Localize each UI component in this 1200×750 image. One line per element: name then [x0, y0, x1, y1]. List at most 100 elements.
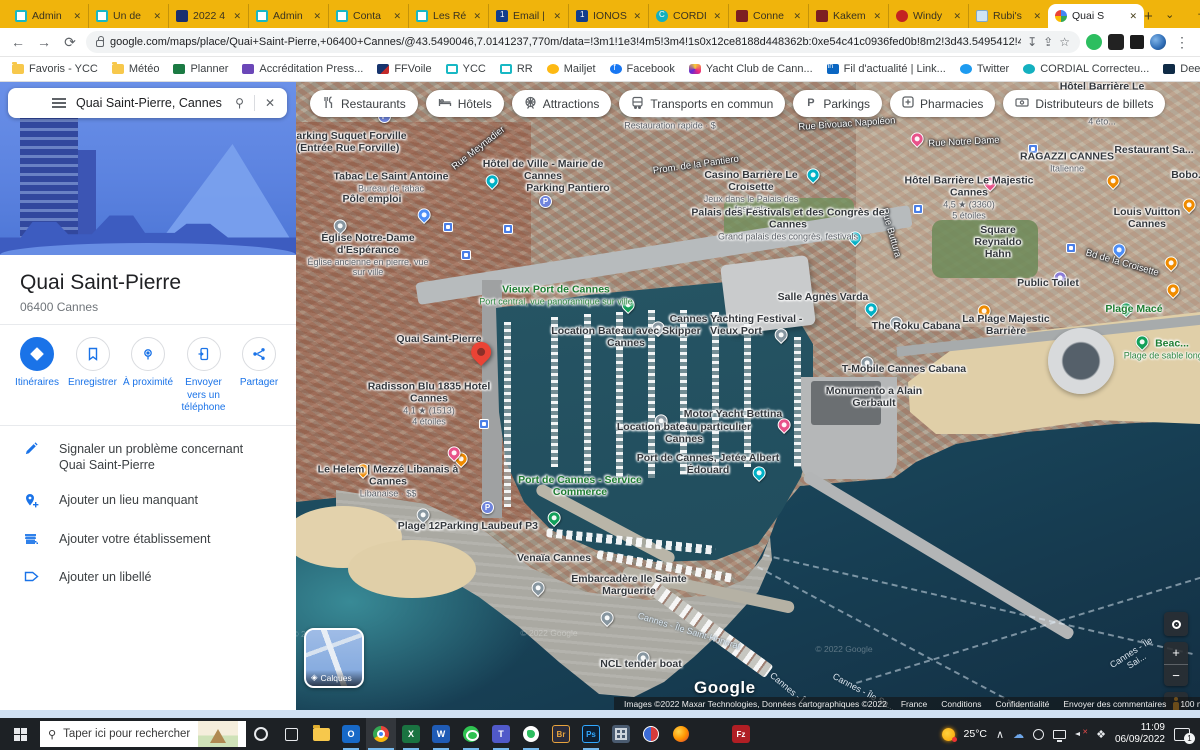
action-nearby[interactable]: À proximité	[121, 337, 175, 415]
start-button[interactable]	[0, 718, 40, 750]
bookmark-item[interactable]: RR	[500, 63, 533, 75]
zoom-out-button[interactable]: −	[1164, 665, 1188, 687]
taskbar-cloud[interactable]	[696, 718, 726, 750]
bookmark-item[interactable]: YCC	[446, 63, 486, 75]
sidebar-link[interactable]: Ajouter un libellé	[0, 560, 296, 597]
bus-stop-icon[interactable]	[1066, 243, 1076, 253]
tab-close-icon[interactable]: ✕	[553, 11, 561, 22]
taskbar-excel[interactable]	[396, 718, 426, 750]
install-icon[interactable]: ↧	[1027, 35, 1037, 49]
tab-close-icon[interactable]: ✕	[473, 11, 481, 22]
tab-close-icon[interactable]: ✕	[633, 11, 641, 22]
bus-stop-icon[interactable]	[913, 204, 923, 214]
back-icon[interactable]: ←	[8, 34, 28, 50]
reload-icon[interactable]: ⟳	[60, 34, 80, 51]
chip-bed[interactable]: Hôtels	[426, 90, 504, 117]
bus-stop-icon[interactable]	[443, 222, 453, 232]
taskbar-file-explorer[interactable]	[306, 718, 336, 750]
chip-bus[interactable]: Transports en commun	[619, 90, 785, 117]
taskbar-outlook[interactable]	[336, 718, 366, 750]
bookmark-item[interactable]: Favoris - YCC	[12, 63, 98, 75]
taskbar-search[interactable]: ⚲ Taper ici pour rechercher	[40, 721, 246, 747]
bookmark-item[interactable]: Yacht Club de Cann...	[689, 63, 813, 75]
chip-fork[interactable]: Restaurants	[310, 90, 418, 117]
volume-muted-icon[interactable]	[1075, 729, 1087, 739]
browser-tab[interactable]: Conta✕	[328, 4, 408, 28]
forward-icon[interactable]: →	[34, 34, 54, 50]
extension-icon[interactable]	[1108, 34, 1124, 50]
bookmark-item[interactable]: Facebook	[610, 63, 675, 75]
taskbar-whatsapp[interactable]	[456, 718, 486, 750]
browser-tab[interactable]: Rubi's✕	[968, 4, 1048, 28]
tab-close-icon[interactable]: ✕	[233, 11, 241, 22]
action-send[interactable]: Envoyer vers un téléphone	[177, 337, 231, 415]
address-bar[interactable]: google.com/maps/place/Quai+Saint-Pierre,…	[86, 31, 1080, 53]
notification-center-icon[interactable]: 1	[1174, 728, 1190, 741]
browser-tab[interactable]: Les Ré✕	[408, 4, 488, 28]
bookmark-item[interactable]: Fil d'actualité | Link...	[827, 63, 946, 75]
bus-stop-icon[interactable]	[1028, 144, 1038, 154]
status-circle-icon[interactable]	[1033, 729, 1044, 740]
browser-tab[interactable]: Windy✕	[888, 4, 968, 28]
tab-close-icon[interactable]: ✕	[1033, 11, 1041, 22]
tab-close-icon[interactable]: ✕	[313, 11, 321, 22]
tab-close-icon[interactable]: ✕	[153, 11, 161, 22]
weather-temperature[interactable]: 25°C	[964, 728, 987, 740]
taskbar-chrome[interactable]	[366, 718, 396, 750]
bookmark-item[interactable]: Twitter	[960, 63, 1009, 75]
tab-close-icon[interactable]: ✕	[393, 11, 401, 22]
tab-close-icon[interactable]: ✕	[73, 11, 81, 22]
taskbar-evernote[interactable]	[516, 718, 546, 750]
browser-tab[interactable]: Un de✕	[88, 4, 168, 28]
bookmark-item[interactable]: Météo	[112, 63, 160, 75]
taskbar-task-view[interactable]	[276, 718, 306, 750]
chip-cross[interactable]: Pharmacies	[890, 90, 995, 117]
bookmark-item[interactable]: DeepL	[1163, 63, 1200, 75]
attribution-link[interactable]: Envoyer des commentaires	[1063, 699, 1166, 709]
browser-tab[interactable]: Admin✕	[8, 4, 88, 28]
clock[interactable]: 11:09 06/09/2022	[1115, 722, 1165, 746]
browser-tab[interactable]: Admin✕	[248, 4, 328, 28]
onedrive-icon[interactable]: ☁	[1013, 728, 1024, 741]
action-bookmark[interactable]: Enregistrer	[66, 337, 120, 415]
taskbar-bridge[interactable]	[546, 718, 576, 750]
browser-tab[interactable]: Quai S✕	[1048, 4, 1144, 28]
tab-close-icon[interactable]: ✕	[713, 11, 721, 22]
bus-stop-icon[interactable]	[503, 224, 513, 234]
network-display-icon[interactable]	[1053, 730, 1066, 739]
weather-icon[interactable]	[942, 728, 955, 741]
taskbar-photoshop[interactable]	[576, 718, 606, 750]
taskbar-cortana[interactable]	[246, 718, 276, 750]
browser-tab[interactable]: Email |✕	[488, 4, 568, 28]
minimize-icon[interactable]: —	[1187, 0, 1200, 28]
browser-menu-icon[interactable]: ⋮	[1172, 34, 1192, 51]
new-tab-button[interactable]: +	[1144, 4, 1153, 28]
taskbar-sync[interactable]	[636, 718, 666, 750]
taskbar-word[interactable]	[426, 718, 456, 750]
browser-tab[interactable]: Kakem✕	[808, 4, 888, 28]
browser-tab[interactable]: IONOS✕	[568, 4, 648, 28]
sidebar-link[interactable]: Ajouter un lieu manquant	[0, 483, 296, 522]
clear-search-icon[interactable]: ✕	[265, 96, 275, 110]
share-icon[interactable]: ⇪	[1043, 35, 1053, 49]
url-text[interactable]: google.com/maps/place/Quai+Saint-Pierre,…	[110, 36, 1021, 48]
chip-ferris[interactable]: Attractions	[512, 90, 612, 117]
my-location-button[interactable]	[1164, 612, 1188, 636]
sidebar-link[interactable]: Signaler un problème concernant Quai Sai…	[0, 432, 296, 484]
attribution-link[interactable]: Confidentialité	[995, 699, 1049, 709]
taskbar-firefox[interactable]	[666, 718, 696, 750]
tab-close-icon[interactable]: ✕	[793, 11, 801, 22]
parking-pin[interactable]: P	[481, 501, 494, 514]
attribution-link[interactable]: Conditions	[941, 699, 981, 709]
bookmark-star-icon[interactable]: ☆	[1059, 35, 1070, 49]
bus-stop-icon[interactable]	[461, 250, 471, 260]
browser-tab[interactable]: 2022 4✕	[168, 4, 248, 28]
browser-tab[interactable]: CORDI✕	[648, 4, 728, 28]
taskbar-filezilla[interactable]	[726, 718, 756, 750]
search-icon[interactable]: ⚲	[235, 96, 244, 110]
attribution-link[interactable]: France	[901, 699, 927, 709]
bookmark-item[interactable]: Mailjet	[547, 63, 596, 75]
search-input[interactable]: Quai Saint-Pierre, Cannes	[76, 96, 225, 110]
action-share[interactable]: Partager	[232, 337, 286, 415]
parking-pin[interactable]: P	[539, 195, 552, 208]
